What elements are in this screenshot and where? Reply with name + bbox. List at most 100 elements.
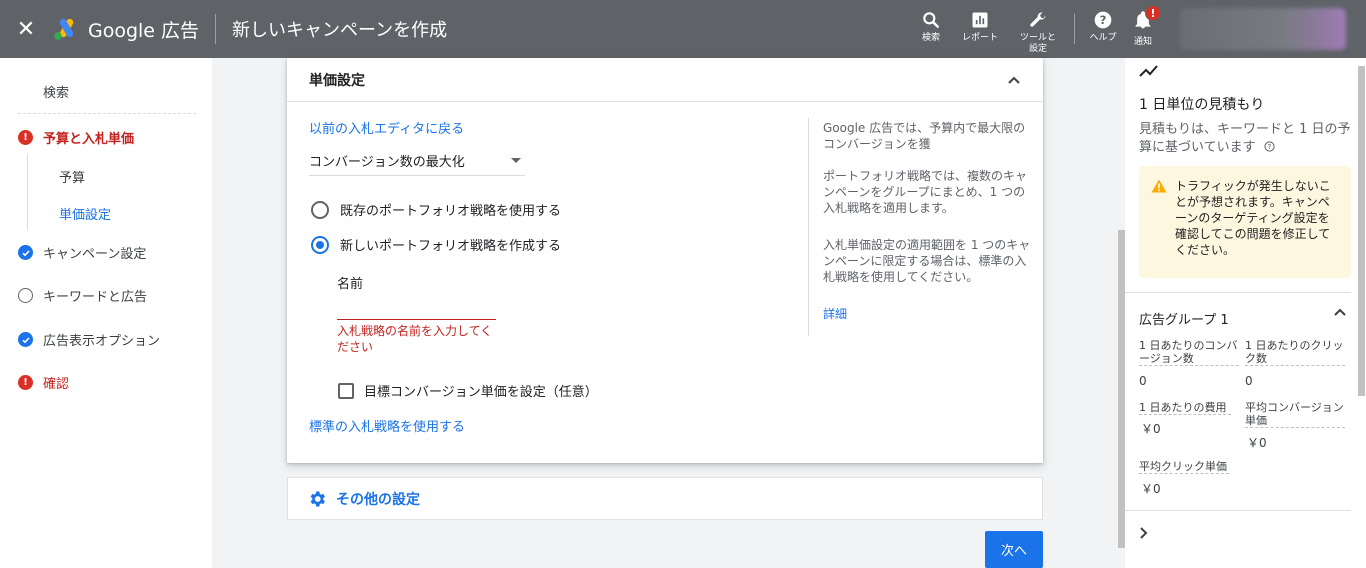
estimates-subtitle-text: 見積もりは、キーワードと 1 日の予算に基づいています bbox=[1139, 122, 1351, 155]
next-button[interactable]: 次へ bbox=[985, 531, 1043, 568]
panel-divider bbox=[1125, 292, 1351, 293]
radio-button-checked[interactable] bbox=[311, 235, 329, 254]
warning-box: トラフィックが発生しないことが予想されます。キャンペーンのターゲティング設定を確… bbox=[1139, 166, 1351, 278]
warning-icon bbox=[1151, 179, 1167, 193]
header-actions: 検索 レポート ツールと設定 ? ヘルプ ! 通知 bbox=[912, 0, 1163, 58]
warning-text: トラフィックが発生しないことが予想されます。キャンペーンのターゲティング設定を確… bbox=[1175, 179, 1331, 257]
estimates-panel: 1 日単位の見積もり 見積もりは、キーワードと 1 日の予算に基づいています ?… bbox=[1125, 58, 1366, 568]
estimates-subtitle: 見積もりは、キーワードと 1 日の予算に基づいています ? bbox=[1139, 121, 1351, 157]
metric-value-conversions: 0 bbox=[1139, 374, 1147, 388]
metric-label-avg-cpa: 平均コンバージョン単価 bbox=[1245, 401, 1345, 428]
header-search-label: 検索 bbox=[921, 33, 940, 43]
main-scrollbar[interactable] bbox=[1118, 230, 1125, 548]
nav-item-label: 確認 bbox=[43, 377, 70, 392]
header-notifications-button[interactable]: ! 通知 bbox=[1123, 0, 1163, 48]
reports-icon bbox=[972, 12, 988, 28]
trending-line-icon bbox=[1139, 65, 1158, 77]
panel-divider bbox=[1125, 510, 1351, 511]
gear-icon bbox=[310, 491, 325, 506]
other-settings-label: その他の設定 bbox=[336, 491, 420, 508]
metric-label-avg-cpc: 平均クリック単価 bbox=[1139, 460, 1229, 474]
nav-item-label: 広告表示オプション bbox=[43, 334, 161, 349]
header-help-label: ヘルプ bbox=[1089, 33, 1117, 43]
nav-sub-line bbox=[27, 154, 28, 230]
dropdown-caret-icon bbox=[511, 158, 521, 163]
metric-label-clicks: 1 日あたりのクリック数 bbox=[1245, 339, 1345, 366]
chevron-up-icon[interactable] bbox=[1007, 75, 1021, 85]
panel-scrollbar[interactable] bbox=[1358, 66, 1365, 396]
ad-group-title: 広告グループ 1 bbox=[1139, 313, 1229, 328]
google-ads-mark-icon bbox=[54, 18, 74, 40]
nav-sub-item-budget[interactable]: 予算 bbox=[59, 167, 85, 186]
header-reports-button[interactable]: レポート bbox=[950, 0, 1010, 44]
nav-divider bbox=[18, 113, 196, 114]
header-tools-label: ツールと設定 bbox=[1019, 33, 1056, 54]
learn-more-link[interactable]: 詳細 bbox=[823, 305, 847, 322]
top-bar: ✕ Google 広告 新しいキャンペーンを作成 検索 レポート ツールと設定 … bbox=[0, 0, 1366, 58]
metric-value-cost: ￥0 bbox=[1141, 422, 1161, 436]
metric-label-conversions: 1 日あたりのコンバージョン数 bbox=[1139, 339, 1239, 366]
target-cpa-label: 目標コンバージョン単価を設定（任意） bbox=[364, 385, 598, 400]
account-info-blurred[interactable] bbox=[1180, 8, 1346, 50]
bid-strategy-select[interactable]: コンバージョン数の最大化 bbox=[309, 146, 525, 176]
nav-item-budget-and-bids[interactable]: ! 予算と入札単価 bbox=[18, 128, 134, 147]
error-status-icon: ! bbox=[18, 130, 33, 145]
help-outline-icon[interactable]: ? bbox=[1264, 141, 1275, 152]
header-search-button[interactable]: 検索 bbox=[912, 0, 950, 44]
logo-text: Google 広告 bbox=[88, 19, 200, 42]
other-settings-card[interactable]: その他の設定 bbox=[287, 477, 1043, 520]
radio-existing-label: 既存のポートフォリオ戦略を使用する bbox=[340, 204, 562, 219]
nav-item-label: 予算と入札単価 bbox=[43, 132, 135, 147]
chevron-up-icon[interactable] bbox=[1333, 307, 1347, 317]
nav-sub-item-bidding[interactable]: 単価設定 bbox=[59, 204, 111, 223]
help-icon: ? bbox=[1094, 11, 1112, 29]
empty-circle-icon bbox=[18, 288, 33, 303]
radio-new-label: 新しいポートフォリオ戦略を作成する bbox=[340, 239, 562, 254]
header-separator bbox=[1074, 14, 1075, 44]
search-icon bbox=[923, 12, 939, 28]
metric-value-avg-cpa: ￥0 bbox=[1247, 436, 1267, 450]
target-cpa-checkbox[interactable] bbox=[338, 382, 354, 399]
metric-value-clicks: 0 bbox=[1245, 374, 1253, 388]
bid-strategy-value: コンバージョン数の最大化 bbox=[309, 155, 465, 170]
close-icon[interactable]: ✕ bbox=[0, 0, 52, 58]
header-reports-label: レポート bbox=[961, 33, 998, 43]
header-help-button[interactable]: ? ヘルプ bbox=[1083, 0, 1123, 44]
svg-text:?: ? bbox=[1267, 142, 1271, 151]
bidding-card-header[interactable]: 単価設定 bbox=[287, 58, 1043, 102]
back-to-old-bid-editor-link[interactable]: 以前の入札エディタに戻る bbox=[309, 118, 464, 137]
strategy-name-error: 入札戦略の名前を入力してください bbox=[337, 324, 493, 354]
help-text-1: Google 広告では、予算内で最大限のコンバージョンを獲 bbox=[823, 121, 1026, 151]
bell-wrapper: ! bbox=[1133, 5, 1161, 34]
nav-item-ad-extensions[interactable]: 広告表示オプション bbox=[18, 330, 160, 349]
nav-item-review[interactable]: ! 確認 bbox=[18, 373, 69, 392]
nav-item-label: キャンペーン設定 bbox=[43, 247, 147, 262]
wrench-icon bbox=[1030, 12, 1046, 27]
strategy-name-input[interactable] bbox=[337, 294, 496, 320]
page-title: 新しいキャンペーンを作成 bbox=[232, 20, 448, 41]
check-circle-icon bbox=[18, 245, 33, 260]
help-divider bbox=[808, 118, 809, 336]
nav-search-link[interactable]: 検索 bbox=[43, 82, 69, 101]
nav-item-keywords-and-ads[interactable]: キーワードと広告 bbox=[18, 286, 147, 305]
notification-badge: ! bbox=[1145, 5, 1161, 21]
estimates-title: 1 日単位の見積もり bbox=[1139, 97, 1265, 113]
chevron-right-icon[interactable] bbox=[1139, 526, 1149, 540]
radio-existing-portfolio[interactable]: 既存のポートフォリオ戦略を使用する bbox=[311, 200, 561, 219]
google-ads-logo: Google 広告 bbox=[52, 14, 217, 44]
target-cpa-checkbox-row[interactable]: 目標コンバージョン単価を設定（任意） bbox=[338, 381, 598, 400]
use-standard-strategy-link[interactable]: 標準の入札戦略を使用する bbox=[309, 416, 465, 435]
header-notifications-label: 通知 bbox=[1133, 37, 1152, 47]
header-tools-button[interactable]: ツールと設定 bbox=[1010, 0, 1066, 55]
svg-text:?: ? bbox=[1100, 13, 1107, 27]
bidding-card: 単価設定 以前の入札エディタに戻る コンバージョン数の最大化 既存のポートフォリ… bbox=[287, 58, 1043, 463]
check-circle-icon bbox=[18, 332, 33, 347]
help-text-3: 入札単価設定の適用範囲を 1 つのキャンペーンに限定する場合は、標準の入札戦略を… bbox=[823, 238, 1031, 284]
left-navigation: 検索 ! 予算と入札単価 予算 単価設定 キャンペーン設定 キーワードと広告 広… bbox=[0, 58, 212, 568]
nav-item-campaign-settings[interactable]: キャンペーン設定 bbox=[18, 243, 146, 262]
radio-button-unchecked[interactable] bbox=[311, 200, 329, 219]
strategy-name-label: 名前 bbox=[337, 277, 364, 292]
radio-new-portfolio[interactable]: 新しいポートフォリオ戦略を作成する bbox=[311, 235, 561, 254]
error-status-icon: ! bbox=[18, 375, 33, 390]
help-text-2: ポートフォリオ戦略では、複数のキャンペーンをグループにまとめ、1 つの入札戦略を… bbox=[823, 169, 1028, 215]
